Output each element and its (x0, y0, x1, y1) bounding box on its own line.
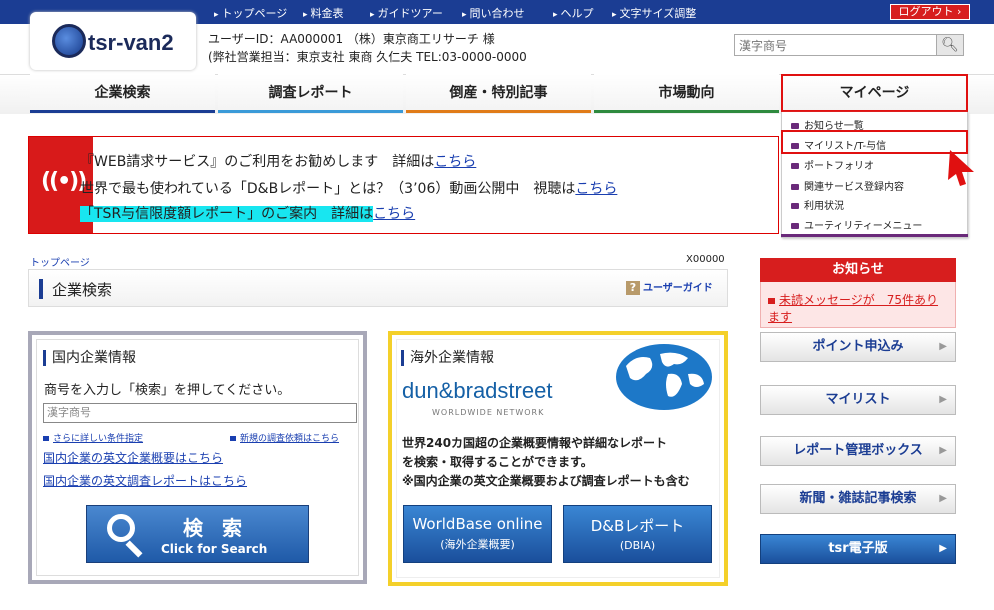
dropdown-item-utility[interactable]: ユーティリティーメニュー (791, 217, 922, 232)
report-box-button[interactable]: レポート管理ボックス ▶ (760, 436, 956, 466)
tab-bankruptcy[interactable]: 倒産・特別記事 (406, 74, 591, 113)
company-name-input[interactable]: 漢字商号 (43, 403, 357, 423)
dropdown-bottom-bar (781, 234, 968, 237)
user-info: ユーザーID：AA000001 （株）東京商工リサーチ 様 (弊社営業担当：東京… (208, 32, 527, 64)
overseas-title: 海外企業情報 (401, 347, 494, 367)
page-code: X00000 (686, 254, 725, 265)
dropdown-item-services[interactable]: 関連サービス登録内容 (791, 178, 904, 193)
unread-messages-link[interactable]: 未読メッセージが 75件あります (768, 292, 948, 326)
news-header: お知らせ (760, 258, 956, 282)
logo-mark-icon (52, 24, 86, 58)
globe-icon (616, 344, 712, 410)
page-title-bar (28, 269, 728, 307)
mylist-button[interactable]: マイリスト ▶ (760, 385, 956, 415)
tab-mypage[interactable]: マイページ (781, 74, 968, 112)
logout-button[interactable]: ログアウト › (890, 4, 970, 20)
page-title: 企業検索 (52, 281, 113, 299)
header-search-input[interactable] (735, 36, 935, 56)
dnb-logo-sub: WORLDWIDE NETWORK (432, 408, 545, 417)
top-link-help[interactable]: ヘルプ (553, 5, 594, 21)
domestic-title: 国内企業情報 (43, 347, 136, 367)
broadcast-icon: ((•)) (41, 169, 87, 194)
banner-line-3: 「TSR与信限度額レポート」のご案内 詳細はこちら (80, 206, 416, 222)
banner-link-3[interactable]: こちら (373, 206, 415, 222)
banner-line-2: 世界で最も使われている「D&Bレポート」とは？（3’06）動画公開中 視聴はこち… (80, 181, 618, 197)
top-link-fontsize[interactable]: 文字サイズ調整 (612, 5, 697, 21)
new-request-link[interactable]: 新規の調査依頼はこちら (230, 431, 339, 444)
top-link-home[interactable]: トップページ (214, 5, 288, 21)
news-search-button[interactable]: 新聞・雑誌記事検索 ▶ (760, 484, 956, 514)
search-icon: 🔍︎ (941, 37, 959, 53)
english-summary-link[interactable]: 国内企業の英文企業概要はこちら (43, 449, 223, 466)
search-button[interactable]: 検 索 Click for Search (86, 505, 309, 563)
top-link-guidetour[interactable]: ガイドツアー (370, 5, 443, 21)
tab-company-search[interactable]: 企業検索 (30, 74, 215, 113)
top-link-contact[interactable]: 問い合わせ (462, 5, 525, 21)
logo[interactable]: tsr-van2 (30, 12, 196, 70)
banner-link-1[interactable]: こちら (434, 154, 476, 170)
breadcrumb[interactable]: トップページ (30, 254, 90, 269)
tab-market[interactable]: 市場動向 (594, 74, 779, 113)
dropdown-item-usage[interactable]: 利用状況 (791, 197, 844, 212)
dnb-logo: dun&bradstreet (402, 378, 553, 403)
english-report-link[interactable]: 国内企業の英文調査レポートはこちら (43, 472, 247, 489)
tsr-digital-button[interactable]: tsr電子版 ▶ (760, 534, 956, 564)
point-apply-button[interactable]: ポイント申込み ▶ (760, 332, 956, 362)
top-link-pricing[interactable]: 料金表 (303, 5, 344, 21)
magnifier-icon (107, 514, 135, 542)
banner-link-2[interactable]: こちら (575, 181, 617, 197)
dnb-report-button[interactable]: D&Bレポート (DBIA) (563, 505, 712, 563)
domestic-instruction: 商号を入力し「検索」を押してください。 (44, 383, 291, 398)
tab-research-report[interactable]: 調査レポート (218, 74, 403, 113)
header-search (734, 34, 964, 56)
header-search-button[interactable]: 🔍︎ (936, 35, 963, 55)
pointer-arrow-icon (948, 150, 974, 186)
help-icon: ? (626, 281, 640, 295)
banner-line-1: 『WEB請求サービス』のご利用をお勧めします 詳細はこちら (80, 154, 477, 170)
worldbase-button[interactable]: WorldBase online (海外企業概要) (403, 505, 552, 563)
dropdown-highlight (781, 130, 968, 154)
dropdown-item-portfolio[interactable]: ポートフォリオ (791, 157, 874, 172)
detail-search-link[interactable]: さらに詳しい条件指定 (43, 431, 143, 444)
overseas-description: 世界240カ国超の企業概要情報や詳細なレポート を検索・取得することができます。… (402, 436, 690, 488)
user-guide-link[interactable]: ? ユーザーガイド (626, 279, 713, 295)
